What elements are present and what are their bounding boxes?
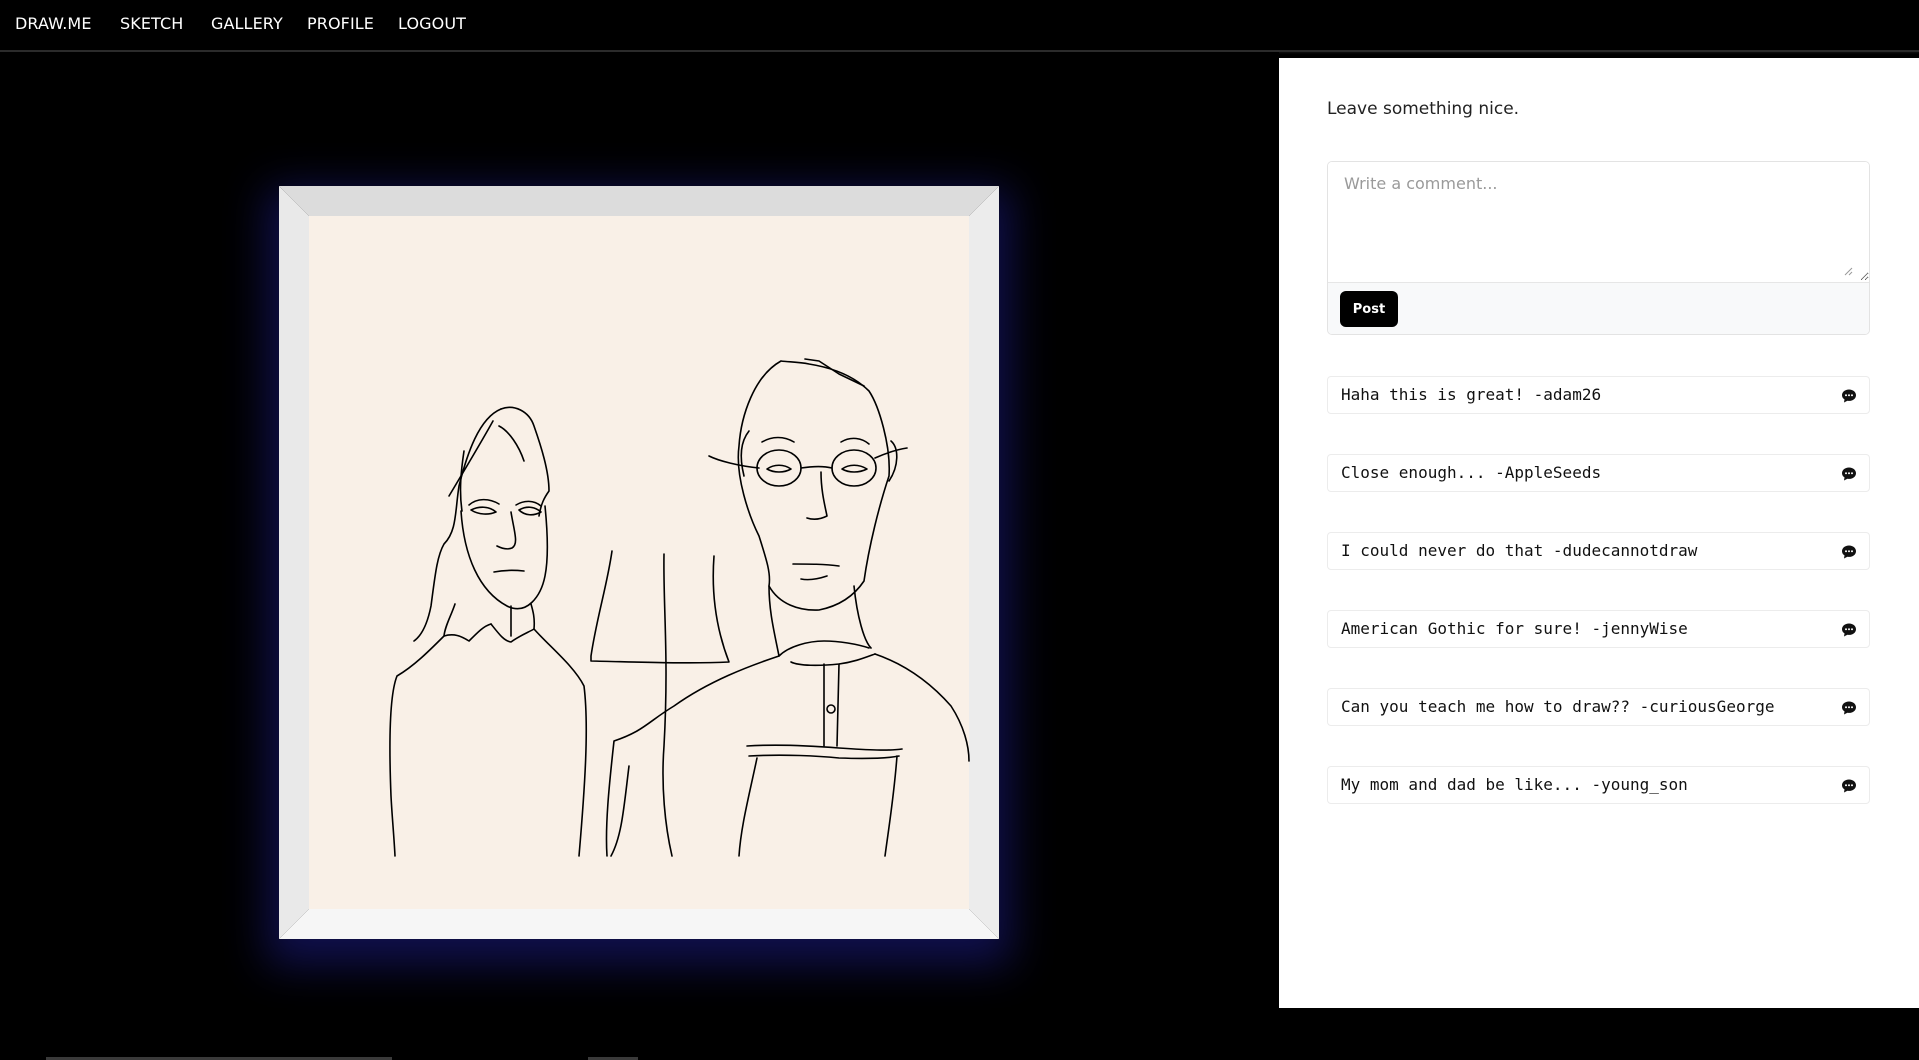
comment-input[interactable] bbox=[1328, 162, 1869, 281]
comment-item: Close enough... -AppleSeeds bbox=[1327, 454, 1870, 492]
speech-bubble-icon[interactable] bbox=[1841, 388, 1857, 404]
comments-prompt: Leave something nice. bbox=[1327, 99, 1520, 119]
comment-item: I could never do that -dudecannotdraw bbox=[1327, 532, 1870, 570]
comment-form-footer: Post bbox=[1328, 282, 1869, 334]
speech-bubble-icon[interactable] bbox=[1841, 778, 1857, 794]
comment-item: My mom and dad be like... -young_son bbox=[1327, 766, 1870, 804]
frame-top-bevel bbox=[279, 186, 999, 216]
nav-item-profile[interactable]: PROFILE bbox=[307, 14, 374, 33]
nav-item-sketch[interactable]: SKETCH bbox=[120, 14, 183, 33]
comment-text: Haha this is great! -adam26 bbox=[1341, 385, 1602, 404]
comment-text: I could never do that -dudecannotdraw bbox=[1341, 541, 1698, 560]
comment-item: Haha this is great! -adam26 bbox=[1327, 376, 1870, 414]
speech-bubble-icon[interactable] bbox=[1841, 622, 1857, 638]
comments-panel: Leave something nice. Post Haha this is … bbox=[1279, 58, 1919, 1008]
speech-bubble-icon[interactable] bbox=[1841, 466, 1857, 482]
framed-drawing bbox=[279, 186, 999, 939]
speech-bubble-icon[interactable] bbox=[1841, 700, 1857, 716]
artwork-stage bbox=[0, 52, 1279, 1060]
comment-item: American Gothic for sure! -jennyWise bbox=[1327, 610, 1870, 648]
nav-item-logout[interactable]: LOGOUT bbox=[398, 14, 466, 33]
nav-item-gallery[interactable]: GALLERY bbox=[211, 14, 283, 33]
picture-frame bbox=[279, 186, 999, 939]
drawing-canvas bbox=[309, 216, 969, 909]
frame-bottom-bevel bbox=[279, 909, 999, 939]
comment-text: Close enough... -AppleSeeds bbox=[1341, 463, 1602, 482]
comment-form: Post bbox=[1327, 161, 1870, 335]
comment-item: Can you teach me how to draw?? -curiousG… bbox=[1327, 688, 1870, 726]
comment-text: Can you teach me how to draw?? -curiousG… bbox=[1341, 697, 1775, 716]
resize-grip-icon[interactable] bbox=[1843, 266, 1853, 276]
nav-brand-link[interactable]: DRAW.ME bbox=[15, 14, 92, 33]
frame-left-bevel bbox=[279, 186, 309, 939]
frame-right-bevel bbox=[969, 186, 999, 939]
comment-text: My mom and dad be like... -young_son bbox=[1341, 775, 1688, 794]
top-navbar: DRAW.ME SKETCH GALLERY PROFILE LOGOUT bbox=[0, 0, 1919, 52]
comment-text: American Gothic for sure! -jennyWise bbox=[1341, 619, 1688, 638]
post-button[interactable]: Post bbox=[1340, 291, 1398, 327]
speech-bubble-icon[interactable] bbox=[1841, 544, 1857, 560]
